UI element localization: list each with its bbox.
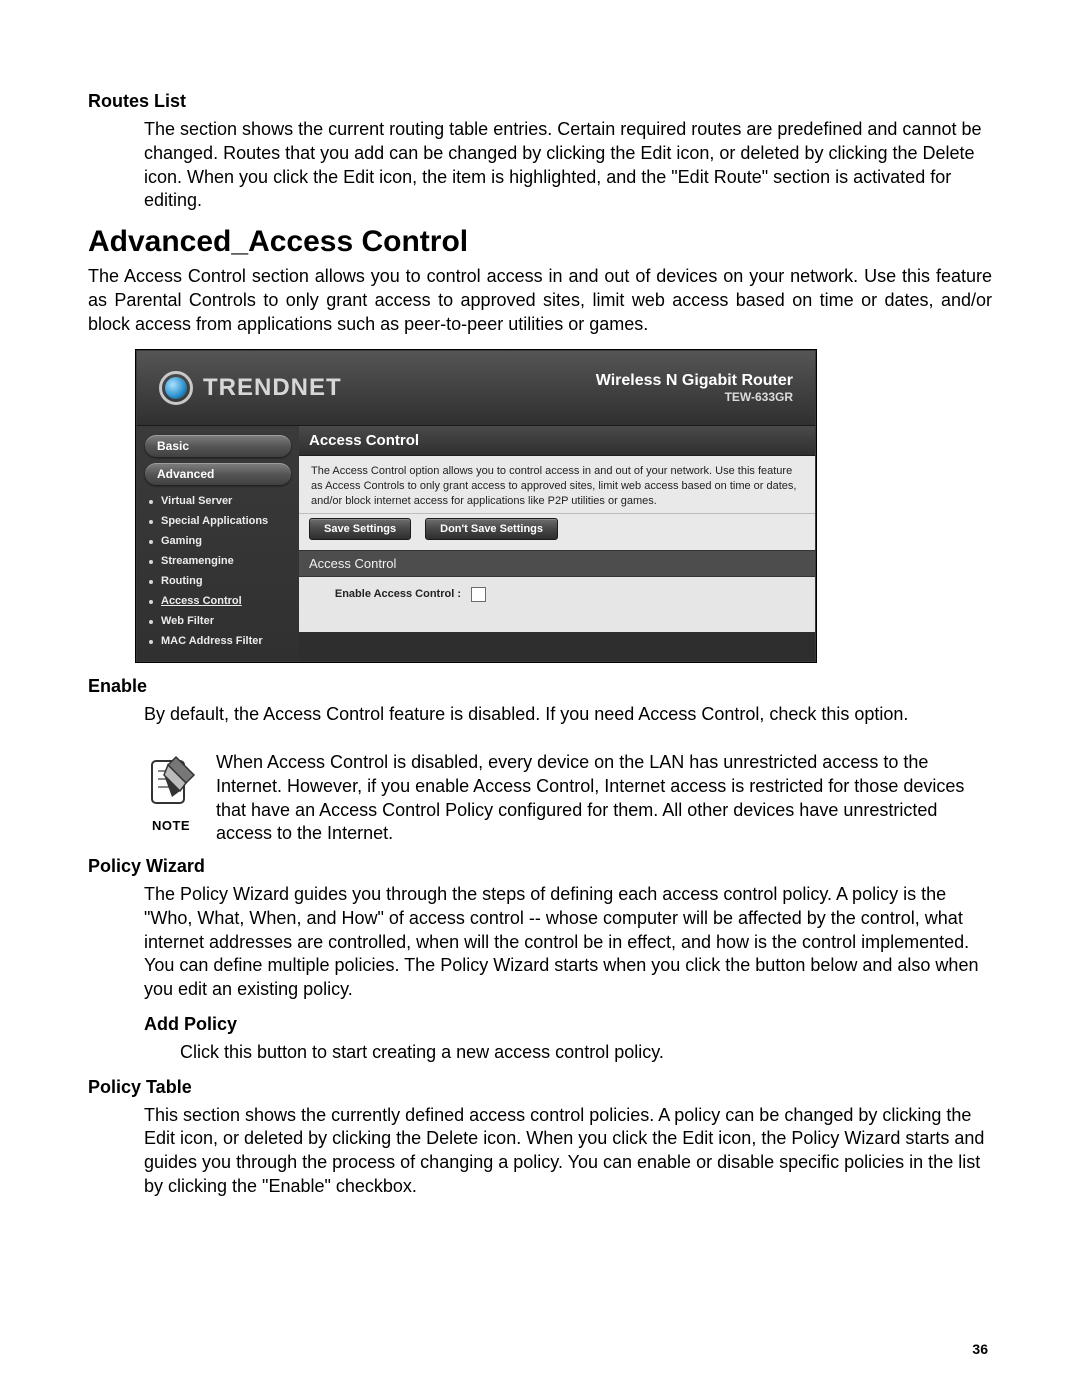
sidebar-item-streamengine[interactable]: Streamengine <box>147 551 293 571</box>
panel-heading: Access Control <box>299 550 815 577</box>
page-number: 36 <box>972 1341 988 1357</box>
sidebar-item-label: Special Applications <box>161 515 268 527</box>
add-policy-body: Click this button to start creating a ne… <box>180 1041 992 1065</box>
product-block: Wireless N Gigabit Router TEW-633GR <box>596 372 793 404</box>
sidebar-item-label: Web Filter <box>161 615 214 627</box>
sidebar-item-virtual-server[interactable]: Virtual Server <box>147 491 293 511</box>
product-name: Wireless N Gigabit Router <box>596 372 793 390</box>
content-title: Access Control <box>299 426 815 456</box>
dont-save-settings-button[interactable]: Don't Save Settings <box>425 518 558 540</box>
panel-body: Enable Access Control : <box>299 577 815 632</box>
content-description: The Access Control option allows you to … <box>299 456 815 514</box>
routes-list-heading: Routes List <box>88 91 992 112</box>
router-sidebar: Basic Advanced Virtual Server Special Ap… <box>137 426 299 661</box>
nav-basic-tab[interactable]: Basic <box>145 435 291 457</box>
router-header: TRENDNET Wireless N Gigabit Router TEW-6… <box>137 351 815 426</box>
sidebar-item-special-applications[interactable]: Special Applications <box>147 511 293 531</box>
brand-block: TRENDNET <box>159 371 342 405</box>
button-row: Save Settings Don't Save Settings <box>299 514 815 550</box>
nav-advanced-tab[interactable]: Advanced <box>145 463 291 485</box>
sidebar-item-label: MAC Address Filter <box>161 635 263 647</box>
enable-heading: Enable <box>88 676 992 697</box>
sidebar-item-access-control[interactable]: Access Control <box>147 591 293 611</box>
sidebar-item-mac-address-filter[interactable]: MAC Address Filter <box>147 631 293 651</box>
brand-logo-icon <box>159 371 193 405</box>
policy-table-body: This section shows the currently defined… <box>144 1104 992 1199</box>
note-label: NOTE <box>152 818 190 833</box>
sidebar-item-routing[interactable]: Routing <box>147 571 293 591</box>
note-body: When Access Control is disabled, every d… <box>216 751 992 846</box>
sidebar-item-label: Virtual Server <box>161 495 232 507</box>
router-screenshot: TRENDNET Wireless N Gigabit Router TEW-6… <box>136 350 816 662</box>
enable-body: By default, the Access Control feature i… <box>144 703 992 727</box>
policy-table-heading: Policy Table <box>88 1077 992 1098</box>
routes-list-body: The section shows the current routing ta… <box>144 118 992 213</box>
router-content: Access Control The Access Control option… <box>299 426 815 632</box>
policy-wizard-heading: Policy Wizard <box>88 856 992 877</box>
brand-text: TRENDNET <box>203 374 342 402</box>
sidebar-item-label: Gaming <box>161 535 202 547</box>
add-policy-heading: Add Policy <box>144 1014 992 1035</box>
enable-access-control-label: Enable Access Control : <box>311 588 461 600</box>
pencil-note-icon <box>146 751 196 814</box>
intro-paragraph: The Access Control section allows you to… <box>88 265 992 336</box>
note-block: NOTE When Access Control is disabled, ev… <box>144 751 992 846</box>
enable-access-control-checkbox[interactable] <box>471 587 486 602</box>
policy-wizard-body: The Policy Wizard guides you through the… <box>144 883 992 1002</box>
save-settings-button[interactable]: Save Settings <box>309 518 411 540</box>
sidebar-item-label: Routing <box>161 575 203 587</box>
sidebar-item-web-filter[interactable]: Web Filter <box>147 611 293 631</box>
sidebar-list: Virtual Server Special Applications Gami… <box>147 491 293 651</box>
note-icon-column: NOTE <box>144 751 198 846</box>
page-title: Advanced_Access Control <box>88 225 992 259</box>
sidebar-item-gaming[interactable]: Gaming <box>147 531 293 551</box>
sidebar-item-label: Streamengine <box>161 555 234 567</box>
sidebar-item-label: Access Control <box>161 595 242 607</box>
product-model: TEW-633GR <box>596 391 793 405</box>
